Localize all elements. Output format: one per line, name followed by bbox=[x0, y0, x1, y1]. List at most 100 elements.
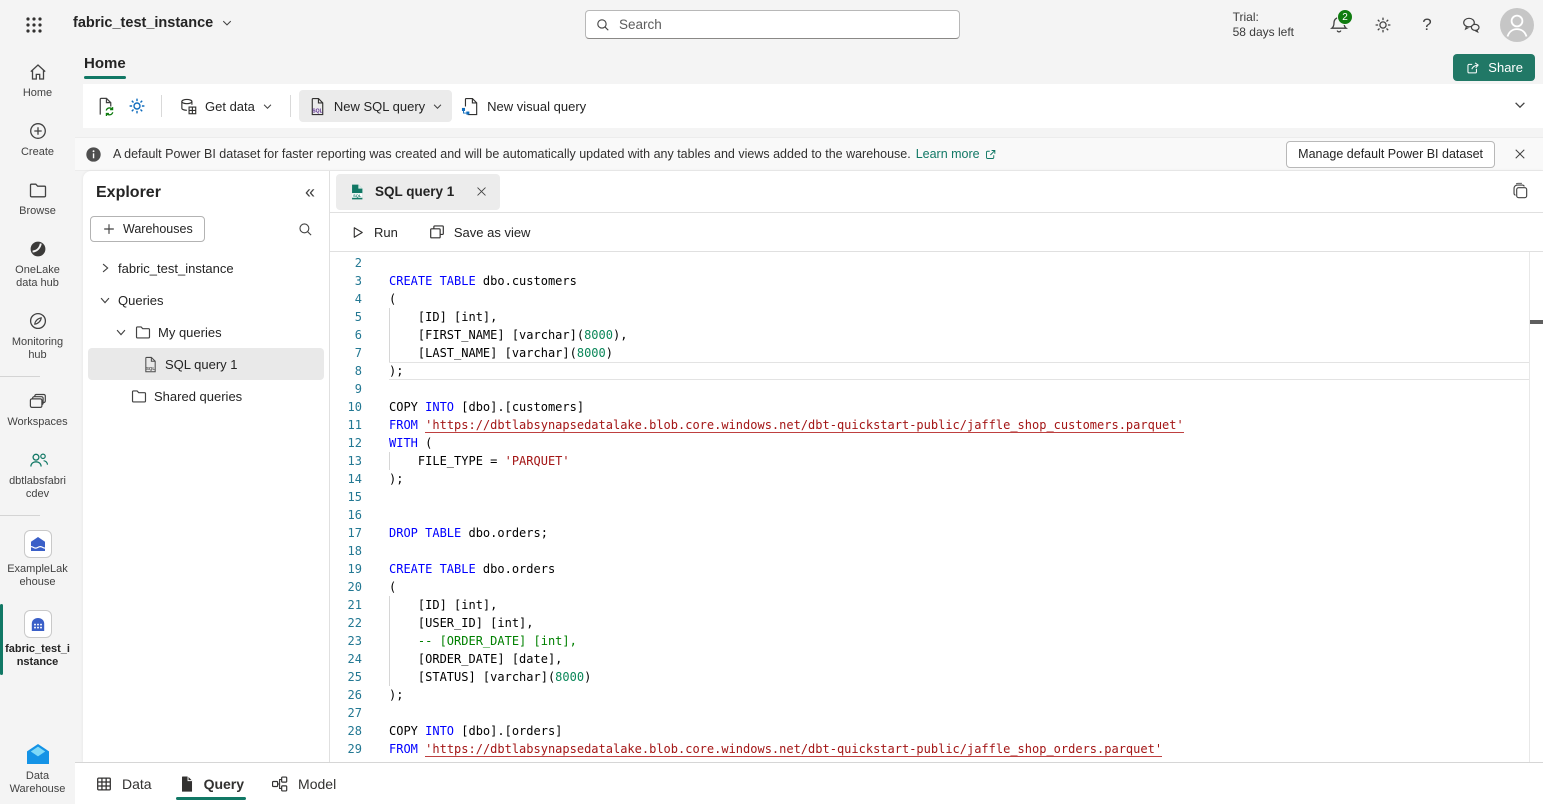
rail-item-examplelakehouse[interactable]: ExampleLakehouse bbox=[0, 530, 75, 589]
code-line-3[interactable]: 3CREATE TABLE dbo.customers bbox=[330, 272, 1543, 290]
code-text: [STATUS] [varchar](8000) bbox=[389, 668, 1543, 686]
close-tab-icon[interactable] bbox=[475, 185, 488, 198]
help-button[interactable]: ? bbox=[1408, 6, 1446, 44]
line-number: 16 bbox=[330, 506, 389, 524]
rail-item-monitoring-hub[interactable]: Monitoringhub bbox=[0, 311, 75, 362]
chevron-right-icon[interactable] bbox=[98, 261, 112, 275]
code-text: FROM 'https://dbtlabsynapsedatalake.blob… bbox=[389, 740, 1543, 758]
tree-item-fabric-test-instance[interactable]: fabric_test_instance bbox=[88, 252, 324, 284]
collapse-panel-icon[interactable]: « bbox=[305, 182, 315, 203]
code-line-13[interactable]: 13 FILE_TYPE = 'PARQUET' bbox=[330, 452, 1543, 470]
code-line-5[interactable]: 5 [ID] [int], bbox=[330, 308, 1543, 326]
rail-item-fabric-test-instance[interactable]: fabric_test_instance bbox=[0, 610, 75, 669]
view-switcher-bar: Data Query Model bbox=[75, 762, 1543, 804]
rail-item-data-warehouse[interactable]: DataWarehouse bbox=[0, 742, 75, 796]
feedback-button[interactable] bbox=[1452, 6, 1490, 44]
code-line-12[interactable]: 12WITH ( bbox=[330, 434, 1543, 452]
rail-item-home[interactable]: Home bbox=[0, 62, 75, 100]
tree-item-shared-queries[interactable]: Shared queries bbox=[88, 380, 324, 412]
code-line-24[interactable]: 24 [ORDER_DATE] [date], bbox=[330, 650, 1543, 668]
waffle-menu-icon[interactable] bbox=[24, 15, 44, 35]
code-line-9[interactable]: 9 bbox=[330, 380, 1543, 398]
code-line-10[interactable]: 10COPY INTO [dbo].[customers] bbox=[330, 398, 1543, 416]
sql-code-editor[interactable]: 23CREATE TABLE dbo.customers4(5 [ID] [in… bbox=[330, 252, 1543, 762]
code-text: ); bbox=[389, 470, 1543, 488]
rail-item-onelake-data-hub[interactable]: OneLakedata hub bbox=[0, 239, 75, 290]
chevron-down-icon[interactable] bbox=[98, 293, 112, 307]
tree-item-label: Queries bbox=[118, 293, 164, 308]
code-line-20[interactable]: 20( bbox=[330, 578, 1543, 596]
code-line-17[interactable]: 17DROP TABLE dbo.orders; bbox=[330, 524, 1543, 542]
run-button[interactable]: Run bbox=[349, 224, 398, 241]
rail-item-create[interactable]: Create bbox=[0, 121, 75, 159]
code-line-18[interactable]: 18 bbox=[330, 542, 1543, 560]
code-line-15[interactable]: 15 bbox=[330, 488, 1543, 506]
svg-text:SQL: SQL bbox=[146, 366, 155, 371]
editor-scrollbar[interactable] bbox=[1529, 252, 1543, 762]
share-button[interactable]: Share bbox=[1453, 54, 1535, 81]
sql-document-icon: SQL bbox=[308, 97, 327, 116]
rail-item-browse[interactable]: Browse bbox=[0, 180, 75, 218]
code-line-21[interactable]: 21 [ID] [int], bbox=[330, 596, 1543, 614]
line-number: 8 bbox=[330, 362, 389, 380]
gear-icon bbox=[1373, 15, 1393, 35]
copy-button[interactable] bbox=[1511, 182, 1530, 201]
tab-home[interactable]: Home bbox=[84, 55, 126, 79]
add-warehouses-button[interactable]: Warehouses bbox=[90, 216, 205, 242]
search-input[interactable]: Search bbox=[585, 10, 960, 39]
code-line-28[interactable]: 28COPY INTO [dbo].[orders] bbox=[330, 722, 1543, 740]
learn-more-link[interactable]: Learn more bbox=[916, 147, 997, 161]
save-as-view-button[interactable]: Save as view bbox=[428, 223, 531, 241]
explorer-search-button[interactable] bbox=[291, 215, 319, 243]
lakehouse-icon bbox=[24, 530, 52, 558]
divider bbox=[290, 95, 291, 117]
code-line-14[interactable]: 14); bbox=[330, 470, 1543, 488]
new-visual-query-button[interactable]: New visual query bbox=[452, 90, 595, 122]
code-text: DROP TABLE dbo.orders; bbox=[389, 524, 1543, 542]
code-line-16[interactable]: 16 bbox=[330, 506, 1543, 524]
workspace-title-dropdown[interactable]: fabric_test_instance bbox=[73, 15, 233, 31]
code-text: [LAST_NAME] [varchar](8000) bbox=[389, 344, 1543, 362]
tree-item-queries[interactable]: Queries bbox=[88, 284, 324, 316]
code-line-7[interactable]: 7 [LAST_NAME] [varchar](8000) bbox=[330, 344, 1543, 362]
code-line-29[interactable]: 29FROM 'https://dbtlabsynapsedatalake.bl… bbox=[330, 740, 1543, 758]
code-line-25[interactable]: 25 [STATUS] [varchar](8000) bbox=[330, 668, 1543, 686]
refresh-script-button[interactable] bbox=[89, 90, 121, 122]
notification-badge: 2 bbox=[1337, 9, 1353, 25]
rail-item-dbtlabsfabricdev[interactable]: dbtlabsfabricdev bbox=[0, 450, 75, 501]
ribbon-collapse-chevron[interactable] bbox=[1513, 98, 1527, 112]
settings-button[interactable] bbox=[1364, 6, 1402, 44]
view-tab-data[interactable]: Data bbox=[93, 763, 154, 804]
code-line-22[interactable]: 22 [USER_ID] [int], bbox=[330, 614, 1543, 632]
code-line-19[interactable]: 19CREATE TABLE dbo.orders bbox=[330, 560, 1543, 578]
code-line-4[interactable]: 4( bbox=[330, 290, 1543, 308]
code-line-11[interactable]: 11FROM 'https://dbtlabsynapsedatalake.bl… bbox=[330, 416, 1543, 434]
query-tab-sql-query-1[interactable]: SQL SQL query 1 bbox=[336, 174, 500, 210]
notifications-button[interactable]: 2 bbox=[1320, 6, 1358, 44]
settings-gear-button[interactable] bbox=[121, 90, 153, 122]
folder-icon bbox=[130, 387, 148, 405]
code-line-23[interactable]: 23 -- [ORDER_DATE] [int], bbox=[330, 632, 1543, 650]
code-text: [ORDER_DATE] [date], bbox=[389, 650, 1543, 668]
code-line-8[interactable]: 8); bbox=[330, 362, 1543, 380]
line-number: 4 bbox=[330, 290, 389, 308]
code-line-27[interactable]: 27 bbox=[330, 704, 1543, 722]
line-number: 18 bbox=[330, 542, 389, 560]
left-nav-rail: Home Create Browse OneLakedata hub Monitorin… bbox=[0, 50, 75, 804]
new-sql-query-button[interactable]: SQL New SQL query bbox=[299, 90, 452, 122]
view-tab-model[interactable]: Model bbox=[268, 763, 338, 804]
view-tab-query[interactable]: Query bbox=[176, 763, 246, 804]
rail-item-workspaces[interactable]: Workspaces bbox=[0, 391, 75, 429]
get-data-button[interactable]: Get data bbox=[170, 90, 282, 122]
code-line-2[interactable]: 2 bbox=[330, 254, 1543, 272]
code-text: WITH ( bbox=[389, 434, 1543, 452]
code-line-6[interactable]: 6 [FIRST_NAME] [varchar](8000), bbox=[330, 326, 1543, 344]
code-line-26[interactable]: 26); bbox=[330, 686, 1543, 704]
banner-close-button[interactable] bbox=[1505, 139, 1535, 169]
manage-default-dataset-button[interactable]: Manage default Power BI dataset bbox=[1286, 141, 1495, 168]
tree-item-sql-query-1[interactable]: SQLSQL query 1 bbox=[88, 348, 324, 380]
tree-item-my-queries[interactable]: My queries bbox=[88, 316, 324, 348]
chevron-down-icon[interactable] bbox=[114, 325, 128, 339]
people-icon bbox=[27, 450, 49, 470]
avatar[interactable] bbox=[1500, 8, 1534, 42]
